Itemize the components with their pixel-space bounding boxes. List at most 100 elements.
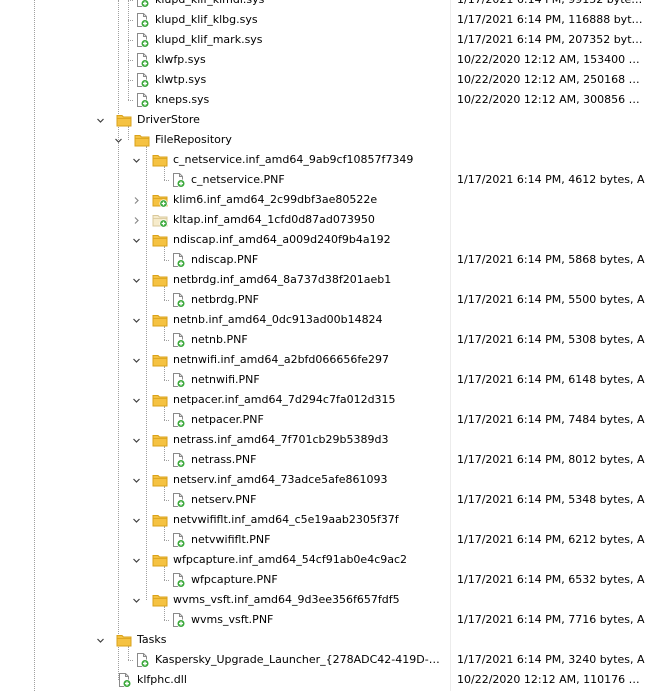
item-details: 1/17/2021 6:14 PM, 5868 bytes, A	[457, 253, 645, 266]
item-details: 1/17/2021 6:14 PM, 5348 bytes, A	[457, 493, 645, 506]
tree-folder-row[interactable]: netserv.inf_amd64_73adce5afe861093	[0, 470, 650, 490]
folder-icon	[152, 592, 168, 608]
item-name-klupd-klif-mark-sys: klupd_klif_mark.sys	[155, 33, 263, 46]
tree-folder-row[interactable]: netvwififlt.inf_amd64_c5e19aab2305f37f	[0, 510, 650, 530]
collapse-chevron-icon[interactable]	[131, 354, 142, 366]
tree-folder-row[interactable]: Tasks	[0, 630, 650, 650]
tree-folder-row[interactable]: netnwifi.inf_amd64_a2bfd066656fe297	[0, 350, 650, 370]
collapse-chevron-icon[interactable]	[131, 474, 142, 486]
item-name-c-netservice-inf-amd64-9ab9cf10857f7349: c_netservice.inf_amd64_9ab9cf10857f7349	[173, 153, 414, 166]
collapse-chevron-icon[interactable]	[131, 154, 142, 166]
collapse-chevron-icon[interactable]	[131, 434, 142, 446]
item-name-netrass-pnf: netrass.PNF	[191, 453, 257, 466]
folder-icon	[152, 472, 168, 488]
expand-chevron-icon[interactable]	[131, 194, 142, 206]
tree-file-row[interactable]: ndiscap.PNF 1/17/2021 6:14 PM, 5868 bytes…	[0, 250, 650, 270]
item-name-netbrdg-inf-amd64-8a737d38f201aeb1: netbrdg.inf_amd64_8a737d38f201aeb1	[173, 273, 392, 286]
tree-folder-row[interactable]: netrass.inf_amd64_7f701cb29b5389d3	[0, 430, 650, 450]
collapse-chevron-icon[interactable]	[131, 274, 142, 286]
tree-file-row[interactable]: netpacer.PNF 1/17/2021 6:14 PM, 7484 byte…	[0, 410, 650, 430]
item-name-filerepository: FileRepository	[155, 133, 232, 146]
item-details: 10/22/2020 12:12 AM, 300856 bytes, A	[457, 93, 645, 106]
tree-file-row[interactable]: wfpcapture.PNF 1/17/2021 6:14 PM, 6532 by…	[0, 570, 650, 590]
collapse-chevron-icon[interactable]	[131, 554, 142, 566]
tree-folder-row[interactable]: netpacer.inf_amd64_7d294c7fa012d315	[0, 390, 650, 410]
file-added-icon	[170, 292, 186, 308]
tree-file-row[interactable]: netvwififlt.PNF 1/17/2021 6:14 PM, 6212 b…	[0, 530, 650, 550]
item-name-klim6-inf-amd64-2c99dbf3ae80522e: klim6.inf_amd64_2c99dbf3ae80522e	[173, 193, 378, 206]
tree-file-row[interactable]: klupd_klif_klbg.sys 1/17/2021 6:14 PM, 11…	[0, 10, 650, 30]
file-added-icon	[170, 452, 186, 468]
item-name-klupd-klif-klbg-sys: klupd_klif_klbg.sys	[155, 13, 258, 26]
item-details: 1/17/2021 6:14 PM, 3240 bytes, A	[457, 653, 645, 666]
collapse-chevron-icon[interactable]	[131, 314, 142, 326]
folder-icon	[134, 132, 150, 148]
item-details: 1/17/2021 6:14 PM, 6148 bytes, A	[457, 373, 645, 386]
item-name-c-netservice-pnf: c_netservice.PNF	[191, 173, 285, 186]
file-added-icon	[170, 572, 186, 588]
collapse-chevron-icon[interactable]	[131, 234, 142, 246]
tree-file-row[interactable]: klwtp.sys 10/22/2020 12:12 AM, 250168 byt…	[0, 70, 650, 90]
tree-file-row[interactable]: kneps.sys 10/22/2020 12:12 AM, 300856 byt…	[0, 90, 650, 110]
item-name-ndiscap-inf-amd64-a009d240f9b4a192: ndiscap.inf_amd64_a009d240f9b4a192	[173, 233, 391, 246]
collapse-chevron-icon[interactable]	[131, 594, 142, 606]
tree-file-row[interactable]: klwfp.sys 10/22/2020 12:12 AM, 153400 byt…	[0, 50, 650, 70]
folder-added-icon	[152, 192, 168, 208]
tree-file-row[interactable]: netnwifi.PNF 1/17/2021 6:14 PM, 6148 byte…	[0, 370, 650, 390]
item-name-netnwifi-inf-amd64-a2bfd066656fe297: netnwifi.inf_amd64_a2bfd066656fe297	[173, 353, 390, 366]
tree-folder-row[interactable]: kltap.inf_amd64_1cfd0d87ad073950	[0, 210, 650, 230]
file-added-icon	[170, 532, 186, 548]
folder-icon	[152, 272, 168, 288]
folder-added-faded-icon	[152, 212, 168, 228]
folder-icon	[152, 432, 168, 448]
collapse-chevron-icon[interactable]	[95, 114, 106, 126]
item-details: 1/17/2021 6:14 PM, 8012 bytes, A	[457, 453, 645, 466]
expand-chevron-icon[interactable]	[131, 214, 142, 226]
tree-folder-row[interactable]: wfpcapture.inf_amd64_54cf91ab0e4c9ac2	[0, 550, 650, 570]
folder-icon	[116, 112, 132, 128]
tree-file-row[interactable]: netserv.PNF 1/17/2021 6:14 PM, 5348 bytes…	[0, 490, 650, 510]
file-added-icon	[170, 612, 186, 628]
item-name-klfphc-dll: klfphc.dll	[137, 673, 187, 686]
tree-folder-row[interactable]: klim6.inf_amd64_2c99dbf3ae80522e	[0, 190, 650, 210]
tree-folder-row[interactable]: wvms_vsft.inf_amd64_9d3ee356f657fdf5	[0, 590, 650, 610]
tree-file-row[interactable]: wvms_vsft.PNF 1/17/2021 6:14 PM, 7716 byt…	[0, 610, 650, 630]
folder-icon	[152, 552, 168, 568]
tree-folder-row[interactable]: FileRepository	[0, 130, 650, 150]
tree-file-row[interactable]: netbrdg.PNF 1/17/2021 6:14 PM, 5500 bytes…	[0, 290, 650, 310]
tree-folder-row[interactable]: netbrdg.inf_amd64_8a737d38f201aeb1	[0, 270, 650, 290]
tree-file-row[interactable]: netrass.PNF 1/17/2021 6:14 PM, 8012 bytes…	[0, 450, 650, 470]
item-name-wvms-vsft-inf-amd64-9d3ee356f657fdf5: wvms_vsft.inf_amd64_9d3ee356f657fdf5	[173, 593, 400, 606]
item-details: 1/17/2021 6:14 PM, 6532 bytes, A	[457, 573, 645, 586]
collapse-chevron-icon[interactable]	[113, 134, 124, 146]
file-added-icon	[116, 672, 132, 688]
file-added-icon	[170, 332, 186, 348]
folder-icon	[116, 632, 132, 648]
collapse-chevron-icon[interactable]	[95, 634, 106, 646]
tree-file-row[interactable]: klupd_klif_klmdl.sys 1/17/2021 6:14 PM, 9…	[0, 0, 650, 10]
item-details: 1/17/2021 6:14 PM, 5500 bytes, A	[457, 293, 645, 306]
collapse-chevron-icon[interactable]	[131, 514, 142, 526]
tree-file-row[interactable]: klupd_klif_mark.sys 1/17/2021 6:14 PM, 20…	[0, 30, 650, 50]
item-name-netnb-inf-amd64-0dc913ad00b14824: netnb.inf_amd64_0dc913ad00b14824	[173, 313, 383, 326]
tree-file-row[interactable]: klfphc.dll 10/22/2020 12:12 AM, 110176 by…	[0, 670, 650, 690]
tree-folder-row[interactable]: DriverStore	[0, 110, 650, 130]
tree-folder-row[interactable]: netnb.inf_amd64_0dc913ad00b14824	[0, 310, 650, 330]
item-details: 1/17/2021 6:14 PM, 5308 bytes, A	[457, 333, 645, 346]
tree-file-row[interactable]: Kaspersky_Upgrade_Launcher_{278ADC42-419…	[0, 650, 650, 670]
item-name-netnb-pnf: netnb.PNF	[191, 333, 248, 346]
file-added-icon	[170, 412, 186, 428]
tree-folder-row[interactable]: c_netservice.inf_amd64_9ab9cf10857f7349	[0, 150, 650, 170]
tree-folder-row[interactable]: ndiscap.inf_amd64_a009d240f9b4a192	[0, 230, 650, 250]
item-details: 1/17/2021 6:14 PM, 6212 bytes, A	[457, 533, 645, 546]
item-details: 1/17/2021 6:14 PM, 116888 bytes, A	[457, 13, 645, 26]
file-added-icon	[134, 52, 150, 68]
tree-file-row[interactable]: c_netservice.PNF 1/17/2021 6:14 PM, 4612 …	[0, 170, 650, 190]
item-name-netvwififlt-inf-amd64-c5e19aab2305f37f: netvwififlt.inf_amd64_c5e19aab2305f37f	[173, 513, 399, 526]
collapse-chevron-icon[interactable]	[131, 394, 142, 406]
item-name-kneps-sys: kneps.sys	[155, 93, 210, 106]
item-name-netbrdg-pnf: netbrdg.PNF	[191, 293, 260, 306]
tree-file-row[interactable]: netnb.PNF 1/17/2021 6:14 PM, 5308 bytes, …	[0, 330, 650, 350]
item-details: 1/17/2021 6:14 PM, 7484 bytes, A	[457, 413, 645, 426]
item-name-wfpcapture-inf-amd64-54cf91ab0e4c9ac2: wfpcapture.inf_amd64_54cf91ab0e4c9ac2	[173, 553, 408, 566]
